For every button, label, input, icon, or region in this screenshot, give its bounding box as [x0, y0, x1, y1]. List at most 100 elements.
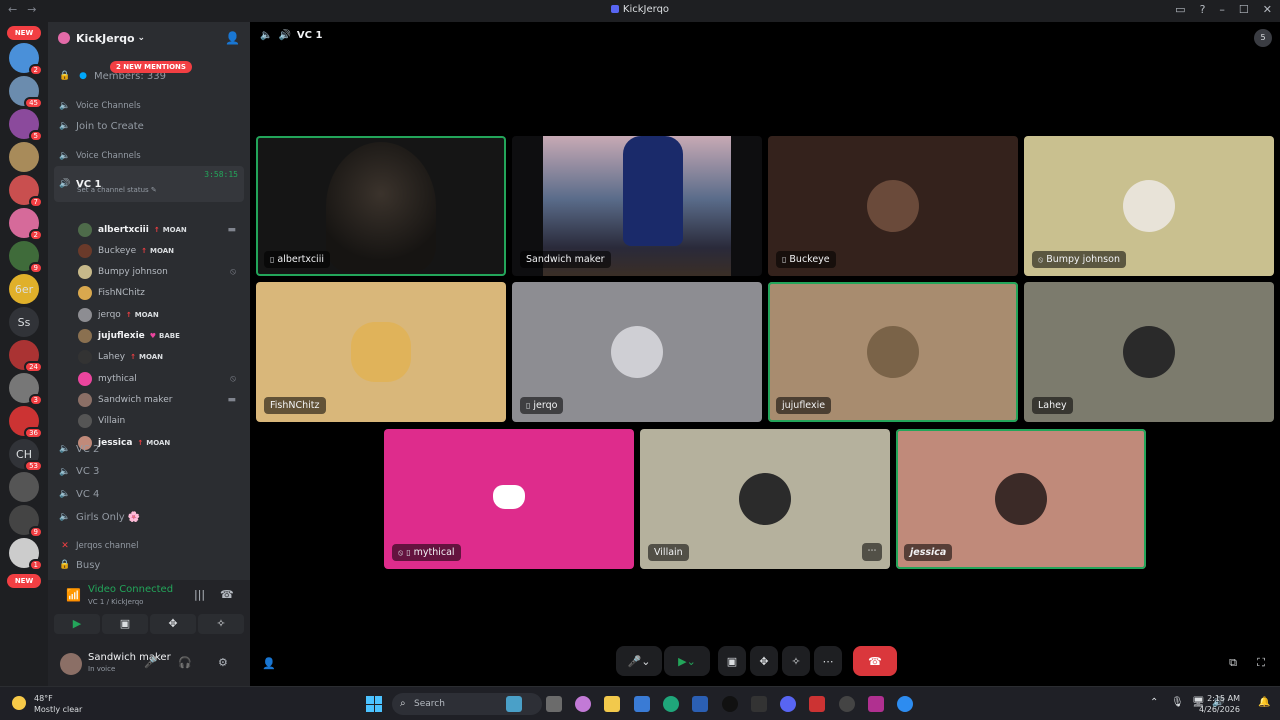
- noise-suppression-icon[interactable]: |||: [194, 588, 205, 601]
- gear-icon[interactable]: ⚙: [218, 656, 228, 669]
- participant-tile[interactable]: FishNChitz: [256, 282, 506, 422]
- server-icon[interactable]: 24: [9, 340, 43, 373]
- close-button[interactable]: ✕: [1263, 3, 1272, 16]
- category-voice-channels[interactable]: 🔈 Voice Channels: [48, 96, 250, 116]
- server-icon[interactable]: Ss: [9, 307, 39, 337]
- server-icon[interactable]: 5: [9, 109, 43, 142]
- more-options-button[interactable]: ⋯: [814, 646, 842, 676]
- voice-member[interactable]: Sandwich maker ▬: [78, 389, 244, 410]
- fullscreen-icon[interactable]: ⛶: [1250, 648, 1272, 678]
- server-icon[interactable]: CH 53: [9, 439, 43, 472]
- clock[interactable]: 2:15 AM 4/26/2026: [1199, 693, 1240, 715]
- participant-tile[interactable]: ▯ jerqo: [512, 282, 762, 422]
- soundboard-button[interactable]: ✧: [782, 646, 810, 676]
- microphone-icon[interactable]: 🎙: [1171, 697, 1184, 708]
- notification-icon[interactable]: 🔔: [1258, 697, 1270, 708]
- voice-channel[interactable]: 🔈 Girls Only 🌸: [48, 507, 250, 527]
- activity-count-badge[interactable]: 5: [1254, 29, 1272, 47]
- file-explorer-icon[interactable]: [604, 696, 620, 712]
- voice-member[interactable]: Buckeye ↑ MOAN: [78, 240, 244, 261]
- voice-member[interactable]: Lahey ↑ MOAN: [78, 347, 244, 368]
- maximize-button[interactable]: ☐: [1239, 3, 1249, 16]
- participant-tile[interactable]: ⦸ Bumpy johnson: [1024, 136, 1274, 276]
- category-voice-channels[interactable]: 🔈 Voice Channels: [48, 146, 250, 166]
- popout-icon[interactable]: ⧉: [1222, 648, 1244, 678]
- copilot-icon[interactable]: [575, 696, 591, 712]
- voice-status-title[interactable]: Video Connected: [88, 584, 173, 595]
- more-options-button[interactable]: ⋯: [862, 543, 882, 561]
- server-icon[interactable]: 36: [9, 406, 43, 439]
- username[interactable]: Sandwich maker: [88, 652, 171, 663]
- channel-vc1[interactable]: 🔊 VC 1 3:58:15 Set a channel status ✎: [54, 166, 244, 202]
- camera-toggle-button[interactable]: ▶⌄: [664, 646, 710, 676]
- avatar[interactable]: [60, 653, 82, 675]
- store-icon[interactable]: [634, 696, 650, 712]
- help-button[interactable]: ?: [1200, 3, 1206, 16]
- new-unreads-pill[interactable]: NEW: [7, 574, 41, 588]
- taskbar-app-icon[interactable]: [722, 696, 738, 712]
- channel-busy[interactable]: 🔒 Busy: [48, 555, 250, 575]
- add-member-icon[interactable]: 👤: [225, 31, 240, 45]
- microphone-icon[interactable]: 🎤: [144, 656, 158, 669]
- participant-tile[interactable]: jessica: [896, 429, 1146, 569]
- voice-channel[interactable]: 🔈 VC 4: [48, 484, 250, 504]
- voice-member[interactable]: albertxciii ↑ MOAN ▬: [78, 219, 244, 240]
- participant-tile[interactable]: Sandwich maker: [512, 136, 762, 276]
- server-icon[interactable]: [9, 472, 39, 502]
- voice-status-subtitle[interactable]: VC 1 / KickJerqo: [88, 598, 143, 606]
- chevron-up-icon[interactable]: ⌃: [1150, 697, 1158, 708]
- new-unreads-pill[interactable]: NEW: [7, 26, 41, 40]
- disconnect-icon[interactable]: ☎: [220, 588, 234, 601]
- voice-member[interactable]: Bumpy johnson ⦸: [78, 262, 244, 283]
- new-mentions-pill[interactable]: 2 NEW MENTIONS: [110, 61, 192, 73]
- taskbar-app-icon[interactable]: [809, 696, 825, 712]
- minimize-button[interactable]: –: [1219, 3, 1225, 16]
- taskbar-app-icon[interactable]: [692, 696, 708, 712]
- edge-icon[interactable]: [663, 696, 679, 712]
- channel-join-to-create[interactable]: 🔈 Join to Create: [48, 116, 250, 136]
- server-icon[interactable]: 2: [9, 43, 43, 76]
- weather-widget[interactable]: 48°F Mostly clear: [12, 693, 82, 715]
- microphone-button[interactable]: 🎤⌄: [616, 646, 662, 676]
- server-header[interactable]: KickJerqo ⌄ 👤: [48, 22, 250, 54]
- server-icon[interactable]: 45: [9, 76, 43, 109]
- participant-tile[interactable]: ▯ albertxciii: [256, 136, 506, 276]
- headphones-icon[interactable]: 🎧: [178, 656, 192, 669]
- discord-taskbar-icon[interactable]: [780, 696, 796, 712]
- server-icon[interactable]: 1: [9, 538, 43, 571]
- server-icon[interactable]: 9: [9, 241, 43, 274]
- participant-tile[interactable]: jujuflexie: [768, 282, 1018, 422]
- screen-share-button[interactable]: ▣: [718, 646, 746, 676]
- channel-status[interactable]: Set a channel status ✎: [77, 186, 157, 194]
- category-jerqos-channel[interactable]: ✕ Jerqos channel: [48, 536, 250, 556]
- participant-tile[interactable]: Lahey: [1024, 282, 1274, 422]
- inbox-icon[interactable]: ▭: [1175, 3, 1185, 16]
- server-icon[interactable]: 3: [9, 373, 43, 406]
- signal-icon[interactable]: 📶: [66, 588, 81, 602]
- disconnect-button[interactable]: ☎: [853, 646, 897, 676]
- camera-button[interactable]: ▶: [54, 614, 100, 634]
- participant-tile[interactable]: ▯ Buckeye: [768, 136, 1018, 276]
- participant-tile[interactable]: Villain ⋯: [640, 429, 890, 569]
- server-icon[interactable]: 7: [9, 175, 43, 208]
- activities-button[interactable]: ✥: [150, 614, 196, 634]
- taskbar-app-icon[interactable]: [839, 696, 855, 712]
- activities-button[interactable]: ✥: [750, 646, 778, 676]
- windows-start-icon[interactable]: [366, 696, 382, 712]
- task-view-icon[interactable]: [546, 696, 562, 712]
- participant-tile[interactable]: ⦸ ▯ mythical: [384, 429, 634, 569]
- voice-member[interactable]: Villain: [78, 411, 244, 432]
- voice-member[interactable]: jujuflexie ♥ BABE: [78, 326, 244, 347]
- server-icon[interactable]: 9: [9, 505, 43, 538]
- taskbar-app-icon[interactable]: [897, 696, 913, 712]
- voice-member[interactable]: mythical ⦸: [78, 368, 244, 389]
- server-icon[interactable]: [9, 142, 39, 172]
- invite-icon[interactable]: 👤: [258, 648, 280, 678]
- taskbar-app-icon[interactable]: [506, 696, 522, 712]
- server-icon[interactable]: 6er: [9, 274, 39, 304]
- voice-member[interactable]: FishNChitz: [78, 283, 244, 304]
- screen-share-button[interactable]: ▣: [102, 614, 148, 634]
- taskbar-app-icon[interactable]: [868, 696, 884, 712]
- server-icon[interactable]: 2: [9, 208, 43, 241]
- voice-member[interactable]: jerqo ↑ MOAN: [78, 304, 244, 325]
